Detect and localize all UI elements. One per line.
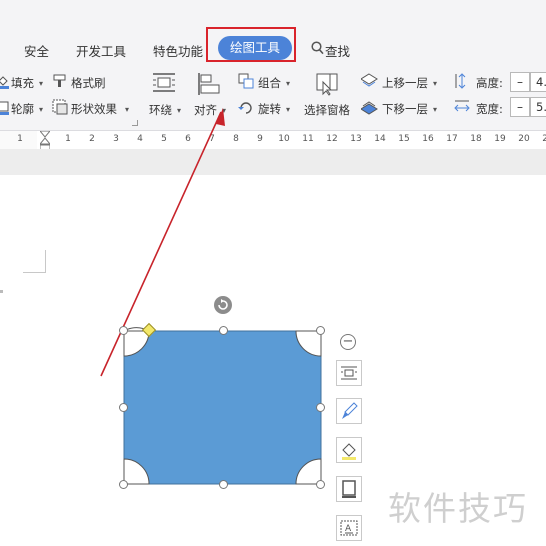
outline-square-icon [342, 480, 356, 498]
resize-handle-bottom[interactable] [219, 480, 228, 489]
rectangle-shape[interactable] [110, 318, 336, 498]
shape-fill-button[interactable] [336, 437, 362, 463]
watermark-text: 软件技巧 [388, 489, 528, 528]
resize-handle-bottom-left[interactable] [119, 480, 128, 489]
resize-handle-bottom-right[interactable] [316, 480, 325, 489]
shape-style-button[interactable] [336, 398, 362, 424]
shape-outline-button[interactable] [336, 476, 362, 502]
layout-options-button[interactable] [336, 360, 362, 386]
fill-bucket-icon [342, 443, 356, 460]
resize-handle-top[interactable] [219, 326, 228, 335]
wrap-layout-icon [341, 366, 357, 380]
rotate-handle-icon [218, 299, 228, 310]
resize-handle-top-right[interactable] [316, 326, 325, 335]
resize-handle-top-left[interactable] [119, 326, 128, 335]
text-box-icon: A [340, 520, 358, 536]
brush-icon [342, 402, 358, 419]
resize-handle-left[interactable] [119, 403, 128, 412]
resize-handle-right[interactable] [316, 403, 325, 412]
rotate-handle[interactable] [214, 296, 232, 314]
collapse-toolbar-icon[interactable]: − [340, 334, 356, 350]
text-box-button[interactable]: A [336, 515, 362, 541]
